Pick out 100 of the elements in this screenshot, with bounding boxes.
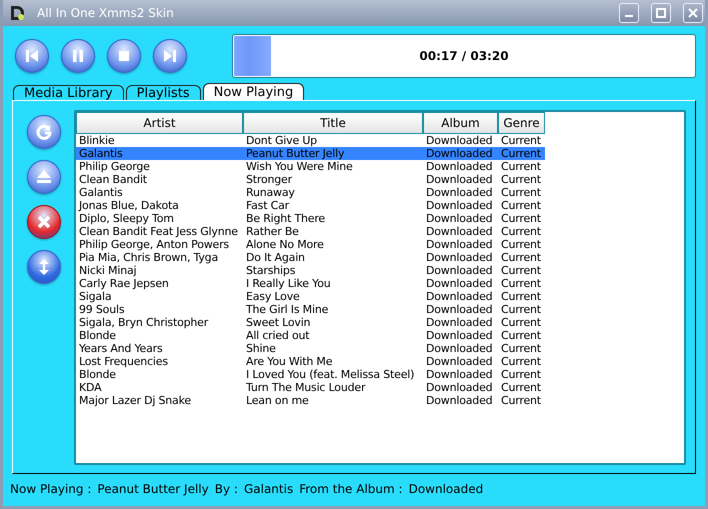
table-cell-text: Downloaded [425, 173, 494, 186]
table-cell-text: Current [500, 394, 542, 407]
track-row[interactable]: KDA Turn The Music Louder Downloaded Current [76, 381, 545, 394]
table-cell-text: Current [500, 290, 542, 303]
table-cell-text: Downloaded [425, 368, 494, 381]
table-cell-text: I Really Like You [245, 277, 332, 290]
track-row[interactable]: Diplo, Sleepy Tom Be Right There Downloaded Current [76, 212, 545, 225]
track-row[interactable]: Pia Mia, Chris Brown, Tyga Do It Again Downloaded Current [76, 251, 545, 264]
table-cell-text: Current [500, 355, 542, 368]
table-cell-text: Downloaded [425, 316, 494, 329]
track-row[interactable]: Blonde I Loved You (feat. Melissa Steel) Downloaded Current [76, 368, 545, 381]
status-label: By : [214, 482, 238, 496]
track-row[interactable]: Galantis Runaway Downloaded Current [76, 186, 545, 199]
table-cell-text: Current [500, 251, 542, 264]
column-header[interactable]: Album [423, 112, 498, 134]
table-cell-text: Current [500, 134, 542, 147]
track-row[interactable]: Blonde All cried out Downloaded Current [76, 329, 545, 342]
track-row[interactable]: Jonas Blue, Dakota Fast Car Downloaded Current [76, 199, 545, 212]
column-header[interactable]: Artist [76, 112, 243, 134]
pause-button[interactable] [61, 39, 95, 73]
table-cell-text: Current [500, 199, 542, 212]
close-icon [688, 8, 698, 18]
table-cell-text: Downloaded [425, 303, 494, 316]
track-row[interactable]: Philip George Wish You Were Mine Downloaded Current [76, 160, 545, 173]
track-row[interactable]: Blinkie Dont Give Up Downloaded Current [76, 134, 545, 147]
next-button[interactable] [153, 39, 187, 73]
table-cell-text: Downloaded [425, 264, 494, 277]
table-cell-text: Carly Rae Jepsen [78, 277, 170, 290]
table-cell-text: Current [500, 225, 542, 238]
table-cell-text: Alone No More [245, 238, 325, 251]
table-cell-text: Sweet Lovin [245, 316, 312, 329]
stop-button[interactable] [107, 39, 141, 73]
previous-button[interactable] [15, 39, 49, 73]
table-cell-text: Peanut Butter Jelly [245, 147, 346, 160]
table-cell-text: Runaway [245, 186, 296, 199]
refresh-icon [34, 122, 54, 142]
table-cell-text: Current [500, 212, 542, 225]
minimize-button[interactable] [619, 3, 639, 23]
table-cell-text: I Loved You (feat. Melissa Steel) [245, 368, 416, 381]
table-cell-text: Pia Mia, Chris Brown, Tyga [78, 251, 219, 264]
table-cell-text: Galantis [78, 186, 124, 199]
table-cell-text: Clean Bandit Feat Jess Glynne [78, 225, 239, 238]
table-cell-text: Nicki Minaj [78, 264, 138, 277]
track-row[interactable]: 99 Souls The Girl Is Mine Downloaded Current [76, 303, 545, 316]
table-cell-text: Jonas Blue, Dakota [78, 199, 180, 212]
track-row[interactable]: Years And Years Shine Downloaded Current [76, 342, 545, 355]
table-cell-text: Do It Again [245, 251, 306, 264]
status-label: Now Playing : [10, 482, 92, 496]
track-row[interactable]: Nicki Minaj Starships Downloaded Current [76, 264, 545, 277]
table-cell-text: Are You With Me [245, 355, 334, 368]
track-row[interactable]: Sigala Easy Love Downloaded Current [76, 290, 545, 303]
table-cell-text: Wish You Were Mine [245, 160, 354, 173]
table-cell-text: Current [500, 186, 542, 199]
table-cell-text: Turn The Music Louder [245, 381, 366, 394]
table-cell-text: Stronger [245, 173, 294, 186]
table-cell-text: Downloaded [425, 251, 494, 264]
table-cell-text: Rather Be [245, 225, 300, 238]
table-cell-text: Downloaded [425, 394, 494, 407]
minimize-icon [625, 15, 633, 17]
table-cell-text: Blinkie [78, 134, 116, 147]
tab[interactable]: Playlists [126, 85, 201, 100]
track-row[interactable]: Clean Bandit Feat Jess Glynne Rather Be Downloaded Current [76, 225, 545, 238]
table-cell-text: All cried out [245, 329, 310, 342]
table-cell-text: Downloaded [425, 199, 494, 212]
table-cell-text: Downloaded [425, 290, 494, 303]
track-row[interactable]: Carly Rae Jepsen I Really Like You Downloaded Current [76, 277, 545, 290]
track-row[interactable]: Lost Frequencies Are You With Me Downloaded Current [76, 355, 545, 368]
table-cell-text: Easy Love [245, 290, 301, 303]
tab[interactable]: Now Playing [202, 83, 304, 100]
window-title: All In One Xmms2 Skin [37, 6, 175, 20]
track-row[interactable]: Galantis Peanut Butter Jelly Downloaded Current [76, 147, 545, 160]
move-button[interactable] [27, 250, 61, 284]
tab[interactable]: Media Library [13, 85, 124, 100]
table-cell-text: 99 Souls [78, 303, 126, 316]
track-row[interactable]: Philip George, Anton Powers Alone No More Downloaded Current [76, 238, 545, 251]
table-cell-text: Current [500, 277, 542, 290]
table-cell-text: Galantis [78, 147, 124, 160]
maximize-button[interactable] [651, 3, 671, 23]
refresh-button[interactable] [27, 115, 61, 149]
remove-button[interactable] [27, 205, 61, 239]
eject-button[interactable] [27, 160, 61, 194]
track-row[interactable]: Clean Bandit Stronger Downloaded Current [76, 173, 545, 186]
table-cell-text: Downloaded [425, 186, 494, 199]
table-cell-text: Downloaded [425, 238, 494, 251]
table-cell-text: Downloaded [425, 212, 494, 225]
track-row[interactable]: Sigala, Bryn Christopher Sweet Lovin Downloaded Current [76, 316, 545, 329]
track-row[interactable]: Major Lazer Dj Snake Lean on me Downloaded Current [76, 394, 545, 407]
table-cell-text: Downloaded [425, 277, 494, 290]
table-cell-text: Current [500, 238, 542, 251]
table-cell-text: Downloaded [425, 147, 494, 160]
table-cell-text: The Girl Is Mine [245, 303, 330, 316]
table-cell-text: Philip George [78, 160, 151, 173]
close-button[interactable] [683, 3, 703, 23]
table-cell-text: Current [500, 329, 542, 342]
table-cell-text: Blonde [78, 329, 117, 342]
table-cell-text: Major Lazer Dj Snake [78, 394, 192, 407]
column-header[interactable]: Genre [498, 112, 545, 134]
table-cell-text: Blonde [78, 368, 117, 381]
table-cell-text: Starships [245, 264, 296, 277]
column-header[interactable]: Title [243, 112, 423, 134]
